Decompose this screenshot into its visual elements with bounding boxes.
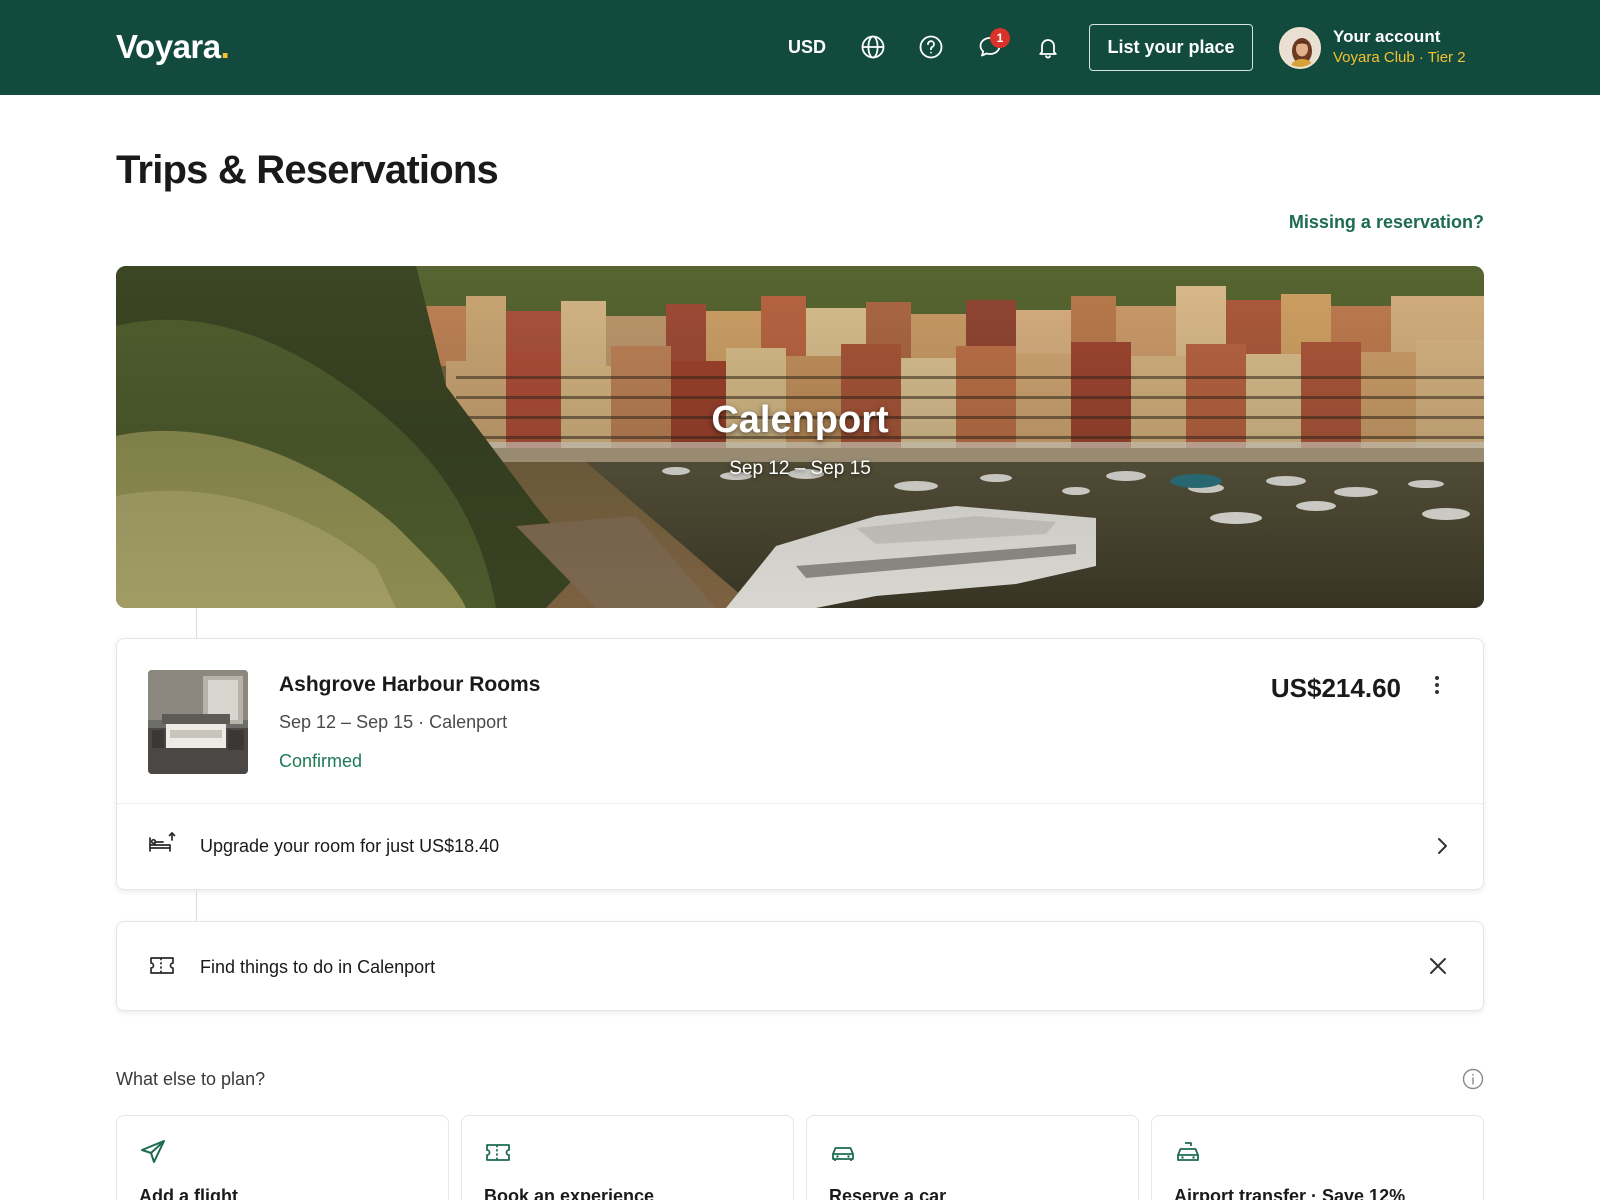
top-navigation-bar: Voyara. USD 1 List your place Your accou… — [0, 0, 1600, 95]
trip-dates: Sep 12 – Sep 15 — [729, 458, 871, 479]
messages-badge: 1 — [990, 28, 1010, 48]
hotel-room-thumbnail — [148, 670, 248, 774]
bed-upgrade-icon — [147, 829, 177, 859]
missing-reservation-link[interactable]: Missing a reservation? — [1289, 212, 1484, 233]
close-icon[interactable] — [1427, 955, 1449, 977]
things-to-do-text[interactable]: Find things to do in Calenport — [200, 957, 435, 978]
room-upgrade-offer[interactable]: Upgrade your room for just US$18.40 — [200, 836, 499, 857]
ticket-icon — [484, 1138, 512, 1166]
car-icon — [829, 1138, 857, 1166]
plan-card-label: Reserve a car — [829, 1186, 947, 1200]
plan-card-experience[interactable]: Book an experience — [461, 1115, 794, 1200]
trip-city-title: Calenport — [711, 399, 889, 441]
bell-icon[interactable] — [1035, 34, 1061, 60]
list-your-place-button[interactable]: List your place — [1089, 24, 1253, 71]
logo-text: Voyara — [116, 28, 221, 65]
plan-card-car[interactable]: Reserve a car — [806, 1115, 1139, 1200]
reservation-price: US$214.60 — [1270, 673, 1401, 703]
help-icon[interactable] — [918, 34, 944, 60]
things-to-do-card[interactable]: Find things to do in Calenport — [116, 921, 1484, 1011]
more-options-icon[interactable] — [1429, 673, 1445, 697]
globe-icon[interactable] — [860, 34, 886, 60]
taxi-icon — [1174, 1138, 1202, 1166]
trip-hero-banner[interactable]: Calenport Sep 12 – Sep 15 — [116, 266, 1484, 608]
plan-card-label: Add a flight — [139, 1186, 238, 1200]
info-icon[interactable] — [1462, 1068, 1484, 1090]
chevron-right-icon[interactable] — [1431, 833, 1453, 859]
plan-card-airport-transfer[interactable]: Airport transfer · Save 12% — [1151, 1115, 1484, 1200]
reservation-dates-location: Sep 12 – Sep 15 · Calenport — [279, 712, 508, 732]
reservation-status: Confirmed — [279, 751, 363, 771]
ticket-icon — [147, 950, 177, 980]
timeline-connector — [196, 608, 197, 638]
card-divider — [117, 803, 1483, 804]
currency-selector[interactable]: USD — [788, 37, 826, 58]
logo-dot: . — [220, 28, 230, 65]
avatar[interactable] — [1279, 27, 1321, 69]
plan-card-label: Book an experience — [484, 1186, 655, 1200]
plan-card-flight[interactable]: Add a flight — [116, 1115, 449, 1200]
voyara-logo[interactable]: Voyara. — [116, 28, 230, 66]
plane-icon — [139, 1138, 167, 1166]
page-title: Trips & Reservations — [116, 148, 499, 192]
account-tier: Voyara Club · Tier 2 — [1333, 49, 1466, 66]
timeline-connector — [196, 890, 197, 921]
plan-section-title: What else to plan? — [116, 1069, 266, 1089]
account-title[interactable]: Your account — [1333, 27, 1440, 47]
plan-card-label: Airport transfer · Save 12% — [1174, 1186, 1406, 1200]
reservation-card[interactable]: Ashgrove Harbour Rooms Sep 12 – Sep 15 ·… — [116, 638, 1484, 890]
reservation-property-name[interactable]: Ashgrove Harbour Rooms — [279, 673, 540, 697]
